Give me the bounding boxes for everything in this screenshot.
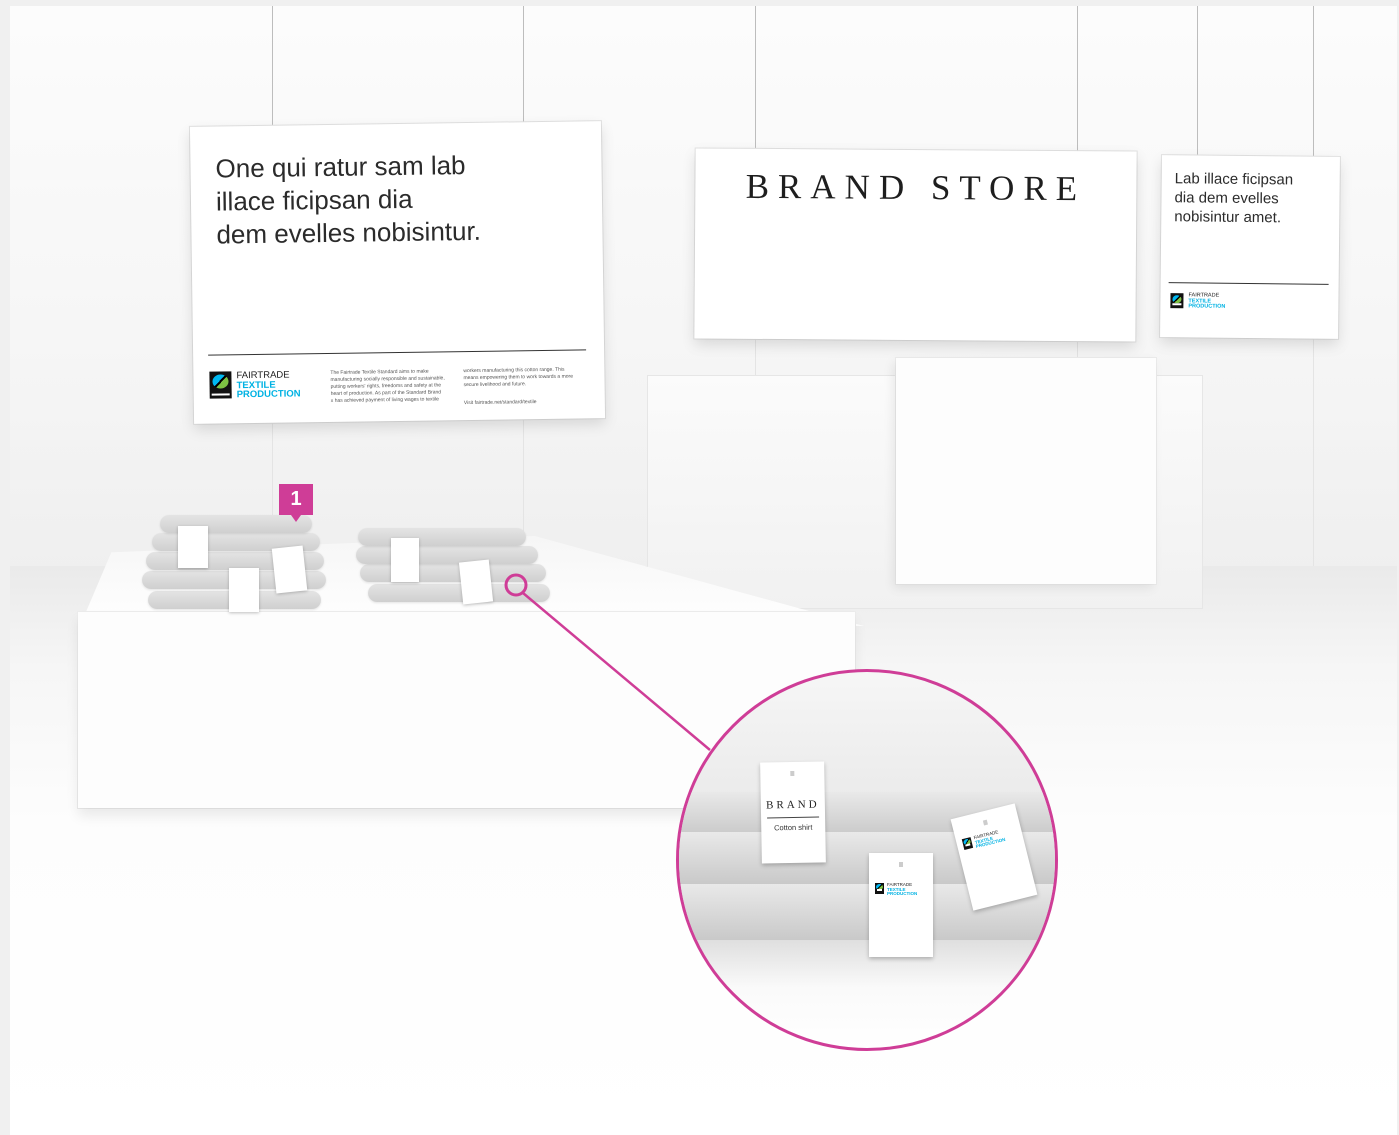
brand-store-title: BRAND STORE (745, 166, 1087, 209)
brand-store-sign: BRAND STORE (694, 148, 1137, 342)
tag-brand-name: BRAND (766, 798, 820, 812)
logo-line-3: PRODUCTION (1188, 303, 1226, 310)
fairtrade-logo: FAIRTRADE TEXTILE PRODUCTION (209, 370, 301, 401)
store-scene: One qui ratur sam lab illace ficipsan di… (10, 6, 1397, 1135)
divider (767, 816, 820, 819)
divider (208, 349, 587, 356)
logo-line-3: PRODUCTION (887, 891, 918, 896)
logo-line-3: PRODUCTION (236, 388, 301, 401)
callout-marker[interactable]: 1 (279, 484, 313, 522)
counter-front-block (896, 358, 1156, 584)
divider (1168, 282, 1329, 285)
hanging-wire (1077, 6, 1078, 154)
fairtrade-logo: FAIRTRADE TEXTILE PRODUCTION (1170, 292, 1226, 310)
folded-shirt (358, 528, 526, 546)
sign-copy-link: Visit fairtrade.net/standard/textile (463, 399, 537, 407)
tag-hole (982, 819, 988, 826)
tag-product-label: Cotton shirt (773, 822, 813, 833)
fairtrade-mark-icon (875, 883, 884, 894)
hanging-wire (755, 6, 756, 152)
fairtrade-logo: FAIRTRADE TEXTILE PRODUCTION (875, 882, 918, 897)
hanging-wire (523, 6, 524, 131)
hanging-wire (1197, 6, 1198, 158)
hang-tag (458, 559, 494, 605)
fairtrade-info-sign: One qui ratur sam lab illace ficipsan di… (189, 121, 606, 424)
sign-copy-col-1: The Fairtrade Textile Standard aims to m… (330, 368, 445, 404)
small-sign-headline: Lab illace ficipsan dia dem evelles nobi… (1174, 170, 1294, 227)
hang-tag (271, 545, 308, 594)
hanging-wire (1313, 6, 1314, 160)
brand-hang-tag: BRAND Cotton shirt (760, 761, 826, 864)
hang-tag (391, 538, 419, 582)
hang-tag (178, 526, 208, 568)
fairtrade-mark-icon (209, 371, 232, 399)
tag-hole (790, 770, 795, 777)
hang-tag (229, 568, 259, 612)
folded-shirt (368, 584, 550, 602)
fairtrade-mark-icon (961, 837, 974, 850)
sign-copy-col-2: workers manufacturing this cotton range.… (463, 366, 574, 389)
fairtrade-hang-tag: FAIRTRADE TEXTILE PRODUCTION (869, 853, 933, 957)
tag-zoom-detail: BRAND Cotton shirt FAIRTRADE TEXTILE PRO… (676, 669, 1058, 1051)
folded-shirt (356, 546, 538, 564)
fairtrade-logo: FAIRTRADE TEXTILE PRODUCTION (961, 829, 1006, 852)
fairtrade-mark-icon (1170, 293, 1184, 309)
tag-hole (899, 862, 903, 867)
folded-shirt (360, 564, 546, 582)
sign-headline: One qui ratur sam lab illace ficipsan di… (215, 150, 482, 250)
hanging-wire (272, 6, 273, 127)
fairtrade-small-sign: Lab illace ficipsan dia dem evelles nobi… (1160, 155, 1340, 339)
